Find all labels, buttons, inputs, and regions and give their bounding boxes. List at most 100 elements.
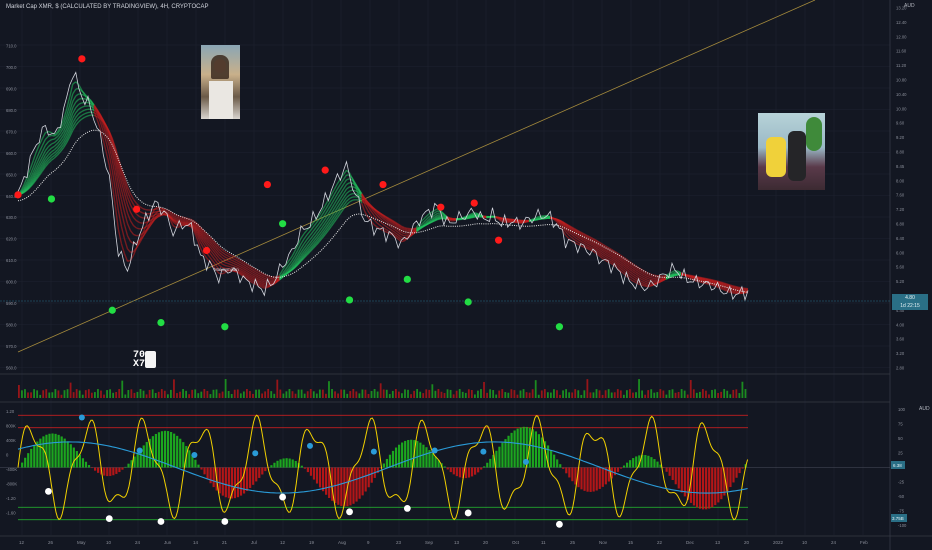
histogram-bar xyxy=(27,453,30,468)
histogram-bar xyxy=(325,467,328,495)
right-tick: 5.60 xyxy=(896,265,905,270)
ribbon-line xyxy=(437,218,441,221)
volume-bar xyxy=(401,393,403,398)
right-tick: 3.20 xyxy=(896,351,905,356)
histogram-bar xyxy=(401,442,404,468)
histogram-bar xyxy=(711,467,714,508)
histogram-bar xyxy=(370,467,373,483)
histogram-bar xyxy=(133,456,136,468)
histogram-bar xyxy=(30,448,33,468)
volume-bar xyxy=(726,390,729,398)
time-tick: 13 xyxy=(454,540,460,545)
histogram-bar xyxy=(288,458,291,468)
histogram-bar xyxy=(562,467,565,469)
sell-dot xyxy=(321,166,329,174)
portrait-image[interactable] xyxy=(201,45,240,119)
histogram-bar xyxy=(124,466,127,468)
right-tick: 8.00 xyxy=(896,178,905,183)
volume-bar xyxy=(322,389,324,398)
histogram-bar xyxy=(416,441,419,468)
volume-bar xyxy=(738,393,741,398)
volume-bar xyxy=(325,393,327,398)
osc-dot-blue xyxy=(252,450,259,457)
histogram-bar xyxy=(388,454,392,468)
ribbon-line xyxy=(349,189,353,192)
histogram-bar xyxy=(367,467,370,488)
ribbon-line xyxy=(179,218,183,221)
ribbon-line xyxy=(84,111,89,115)
right-tick: 3.60 xyxy=(896,337,905,342)
volume-bar xyxy=(586,379,589,398)
histogram-bar xyxy=(705,467,708,510)
time-tick: 10 xyxy=(802,540,808,545)
volume-bar xyxy=(127,390,130,398)
volume-bar xyxy=(173,379,175,398)
time-tick: 21 xyxy=(222,540,228,545)
buy-dot xyxy=(108,306,116,314)
histogram-bar xyxy=(650,457,653,468)
volume-bar xyxy=(373,389,376,398)
time-tick: 25 xyxy=(570,540,576,545)
histogram-bar xyxy=(714,467,717,506)
volume-bar xyxy=(723,389,726,398)
volume-bar xyxy=(735,389,738,398)
histogram-bar xyxy=(501,442,504,468)
volume-bar xyxy=(340,389,343,398)
histogram-bar xyxy=(458,467,461,478)
sell-dot xyxy=(133,205,141,213)
histogram-bar xyxy=(671,467,674,481)
cartoon-image[interactable] xyxy=(758,113,825,190)
volume-bar xyxy=(376,391,379,398)
volume-bar xyxy=(176,393,178,398)
sell-dot xyxy=(470,199,478,207)
volume-bar xyxy=(413,390,415,398)
osc-left-tick: -1.20 xyxy=(6,496,16,501)
volume-bar xyxy=(629,389,631,398)
histogram-bar xyxy=(382,463,385,468)
histogram-bar xyxy=(510,432,513,468)
left-tick: 650.0 xyxy=(6,172,17,177)
histogram-bar xyxy=(103,467,106,476)
histogram-bar xyxy=(708,467,711,509)
histogram-bar xyxy=(470,467,474,477)
volume-bar xyxy=(370,391,373,398)
histogram-bar xyxy=(720,467,723,500)
volume-bar xyxy=(69,382,72,398)
volume-bar xyxy=(540,390,543,398)
sell-dot xyxy=(379,180,387,189)
volume-bar xyxy=(449,389,452,398)
price-chart[interactable]: 710.0700.0690.0680.0670.0660.0650.0640.0… xyxy=(0,0,932,550)
sticker-label: 70 X7 xyxy=(133,350,146,370)
ribbon-line xyxy=(717,280,721,283)
ribbon-line xyxy=(471,216,475,219)
ribbon-line xyxy=(714,279,718,282)
volume-bar xyxy=(638,379,640,398)
volume-bar xyxy=(297,389,300,398)
volume-bar xyxy=(464,392,467,398)
histogram-bar xyxy=(54,433,57,468)
volume-bar xyxy=(498,390,501,398)
volume-bar xyxy=(106,390,108,398)
histogram-bar xyxy=(410,439,413,468)
volume-bar xyxy=(492,390,495,398)
time-tick: May xyxy=(77,540,86,545)
volume-bar xyxy=(300,389,303,398)
histogram-bar xyxy=(613,467,617,476)
volume-bar xyxy=(27,392,29,398)
volume-bar xyxy=(483,381,485,398)
osc-dot-white xyxy=(279,493,287,501)
ribbon-line xyxy=(182,219,186,222)
volume-bar xyxy=(546,392,549,398)
histogram-bar xyxy=(616,467,620,472)
volume-bar xyxy=(525,392,528,398)
volume-bar xyxy=(668,390,671,398)
right-tick: 8.45 xyxy=(896,164,905,169)
histogram-bar xyxy=(118,467,121,473)
ribbon-line xyxy=(352,199,356,201)
histogram-bar xyxy=(255,467,258,482)
histogram-bar xyxy=(60,436,63,468)
volume-bar xyxy=(109,389,111,398)
histogram-bar xyxy=(674,467,677,485)
histogram-bar xyxy=(145,441,148,468)
histogram-bar xyxy=(48,433,51,468)
